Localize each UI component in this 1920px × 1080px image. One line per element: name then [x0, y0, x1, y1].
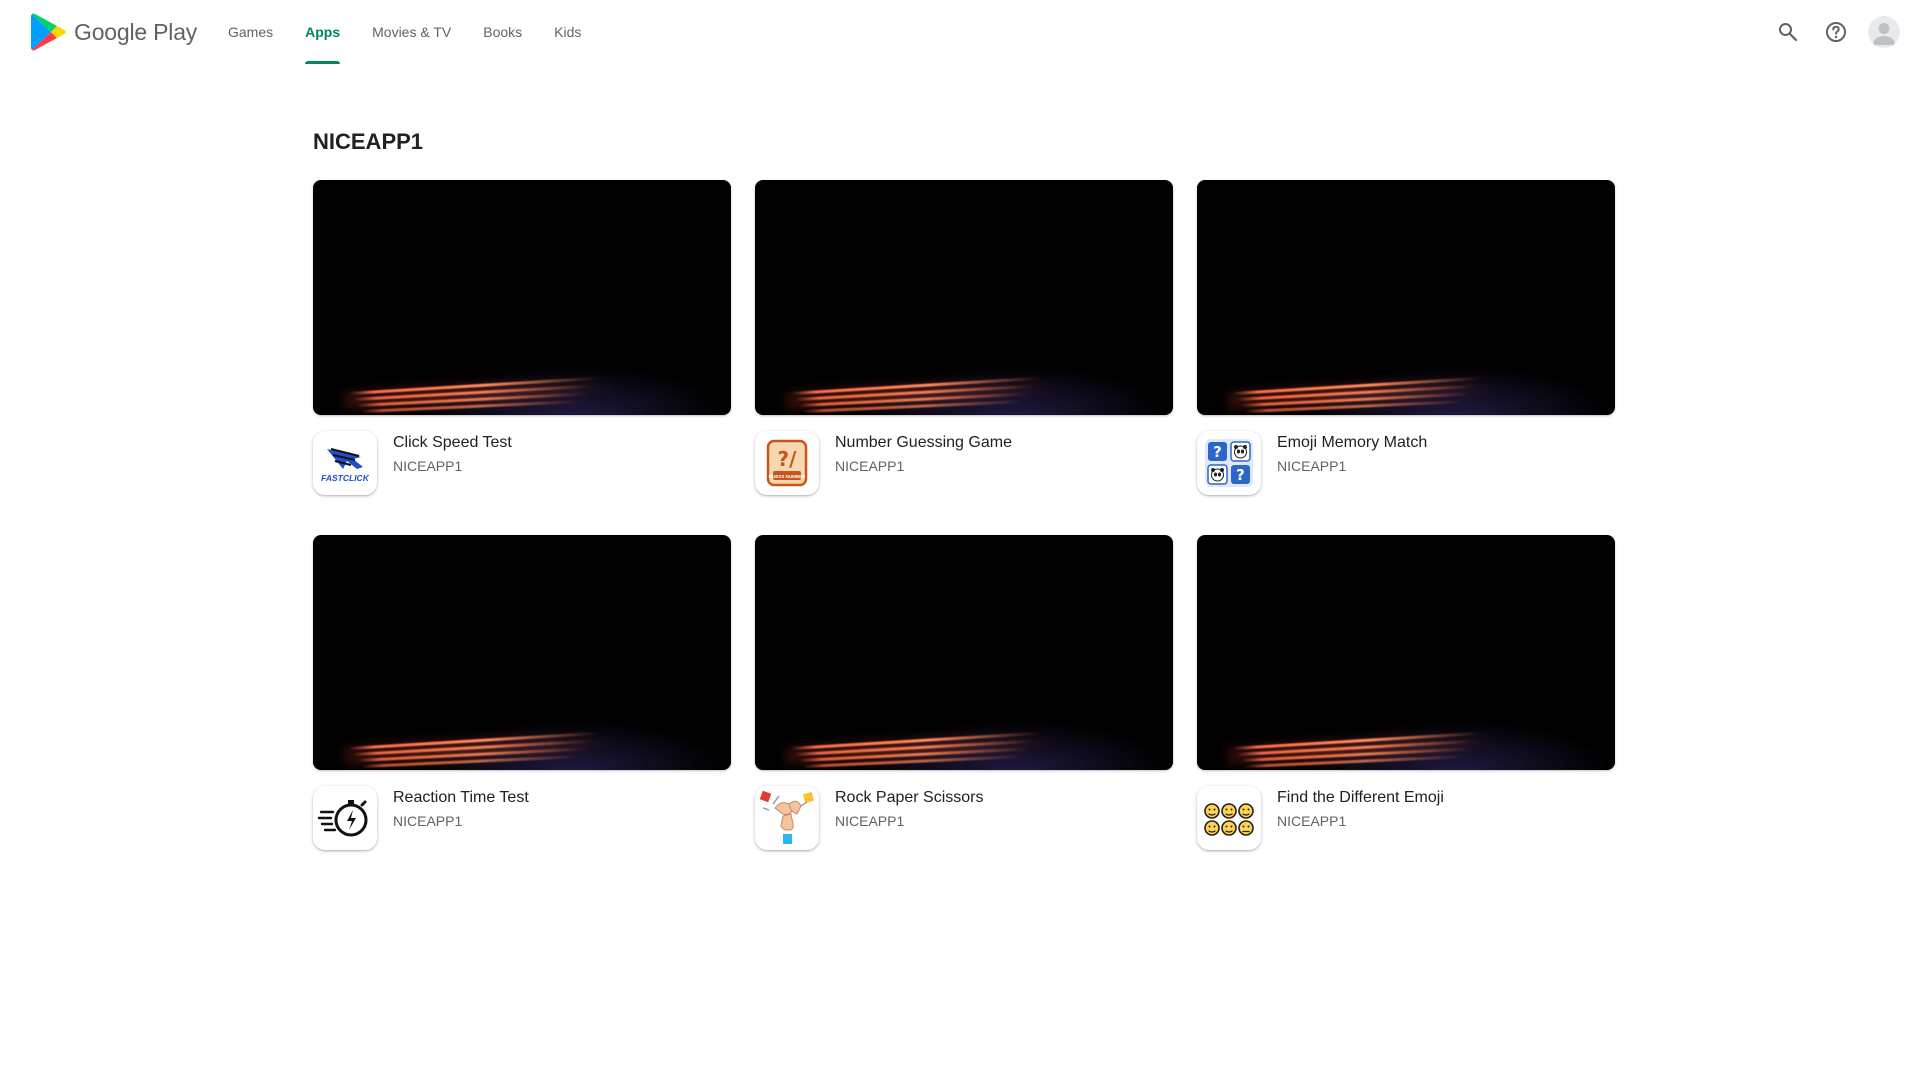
top-app-bar: Google Play Games Apps Movies & TV Books…	[0, 0, 1920, 64]
developer-page: NICEAPP1 FASTCLICK Click Speed Test NICE…	[313, 120, 1615, 850]
app-preview-video[interactable]	[755, 180, 1173, 415]
avatar	[1868, 16, 1900, 48]
header-actions	[1768, 12, 1904, 52]
tab-books[interactable]: Books	[467, 0, 538, 64]
app-preview-video[interactable]	[313, 535, 731, 770]
tab-games[interactable]: Games	[212, 0, 289, 64]
help-icon	[1826, 22, 1846, 42]
app-developer: NICEAPP1	[835, 813, 905, 829]
app-icon	[1197, 786, 1261, 850]
developer-title: NICEAPP1	[313, 129, 424, 154]
app-texts: Reaction Time Test NICEAPP1	[393, 786, 529, 831]
app-grid: FASTCLICK Click Speed Test NICEAPP1 ?/ G…	[313, 180, 1615, 850]
stopwatch-icon	[317, 800, 368, 837]
guess-number-glyph: ?/	[778, 447, 798, 471]
app-name: Reaction Time Test	[393, 789, 529, 806]
google-play-home-link[interactable]: Google Play	[30, 12, 197, 52]
app-meta: Rock Paper Scissors NICEAPP1	[755, 786, 1173, 850]
app-preview-video[interactable]	[1197, 180, 1615, 415]
svg-text:?: ?	[1236, 466, 1245, 484]
guess-number-label: GUESS NUMBER	[769, 474, 807, 479]
app-card-emoji-memory-match[interactable]: ? ? Emoji Memory Match NICEAPP1	[1197, 180, 1615, 495]
app-name: Rock Paper Scissors	[835, 789, 984, 806]
app-icon: ? ?	[1197, 431, 1261, 495]
app-texts: Find the Different Emoji NICEAPP1	[1277, 786, 1444, 831]
app-icon	[313, 786, 377, 850]
primary-nav: Games Apps Movies & TV Books Kids	[212, 0, 597, 64]
app-name: Number Guessing Game	[835, 434, 1012, 451]
app-developer: NICEAPP1	[1277, 813, 1347, 829]
panda-memory-icon: ? ?	[1205, 439, 1253, 487]
fast-click-icon: FASTCLICK	[321, 448, 370, 483]
app-developer: NICEAPP1	[835, 458, 905, 474]
app-card-reaction-time-test[interactable]: Reaction Time Test NICEAPP1	[313, 535, 731, 850]
app-texts: Emoji Memory Match NICEAPP1	[1277, 431, 1427, 476]
app-texts: Number Guessing Game NICEAPP1	[835, 431, 1012, 476]
tab-label: Movies & TV	[372, 24, 452, 40]
app-meta: Find the Different Emoji NICEAPP1	[1197, 786, 1615, 850]
search-button[interactable]	[1768, 12, 1808, 52]
google-play-logo-icon	[31, 13, 66, 51]
tab-indicator	[305, 61, 341, 64]
tab-label: Kids	[554, 24, 582, 40]
app-card-find-the-different-emoji[interactable]: Find the Different Emoji NICEAPP1	[1197, 535, 1615, 850]
tab-apps[interactable]: Apps	[289, 0, 356, 64]
app-icon	[755, 786, 819, 850]
brand-name: Google Play	[74, 18, 198, 45]
app-texts: Rock Paper Scissors NICEAPP1	[835, 786, 984, 831]
app-preview-video[interactable]	[313, 180, 731, 415]
app-card-number-guessing-game[interactable]: ?/ GUESS NUMBER Number Guessing Game NIC…	[755, 180, 1173, 495]
app-texts: Click Speed Test NICEAPP1	[393, 431, 512, 476]
app-developer: NICEAPP1	[393, 813, 463, 829]
app-name: Click Speed Test	[393, 434, 512, 451]
account-avatar-icon	[1873, 23, 1895, 45]
hand-gesture-icon	[759, 790, 815, 844]
tab-label: Apps	[305, 24, 341, 40]
svg-text:?: ?	[1213, 443, 1222, 461]
app-developer: NICEAPP1	[393, 458, 463, 474]
guess-number-icon: ?/ GUESS NUMBER	[766, 439, 808, 487]
emoji-grid-icon	[1204, 803, 1254, 836]
app-meta: FASTCLICK Click Speed Test NICEAPP1	[313, 431, 731, 495]
app-name: Find the Different Emoji	[1277, 789, 1444, 806]
app-meta: ? ? Emoji Memory Match NICEAPP1	[1197, 431, 1615, 495]
app-preview-video[interactable]	[1197, 535, 1615, 770]
fast-click-text: FASTCLICK	[321, 473, 370, 483]
app-icon: FASTCLICK	[313, 431, 377, 495]
app-meta: Reaction Time Test NICEAPP1	[313, 786, 731, 850]
app-name: Emoji Memory Match	[1277, 434, 1428, 451]
tab-label: Books	[483, 24, 523, 40]
app-developer: NICEAPP1	[1277, 458, 1347, 474]
search-icon	[1779, 23, 1798, 42]
tab-kids[interactable]: Kids	[538, 0, 597, 64]
tab-movies-tv[interactable]: Movies & TV	[356, 0, 467, 64]
account-button[interactable]	[1864, 12, 1904, 52]
app-meta: ?/ GUESS NUMBER Number Guessing Game NIC…	[755, 431, 1173, 495]
app-card-rock-paper-scissors[interactable]: Rock Paper Scissors NICEAPP1	[755, 535, 1173, 850]
app-preview-video[interactable]	[755, 535, 1173, 770]
app-icon: ?/ GUESS NUMBER	[755, 431, 819, 495]
help-button[interactable]	[1816, 12, 1856, 52]
app-card-click-speed-test[interactable]: FASTCLICK Click Speed Test NICEAPP1	[313, 180, 731, 495]
tab-label: Games	[228, 24, 274, 40]
